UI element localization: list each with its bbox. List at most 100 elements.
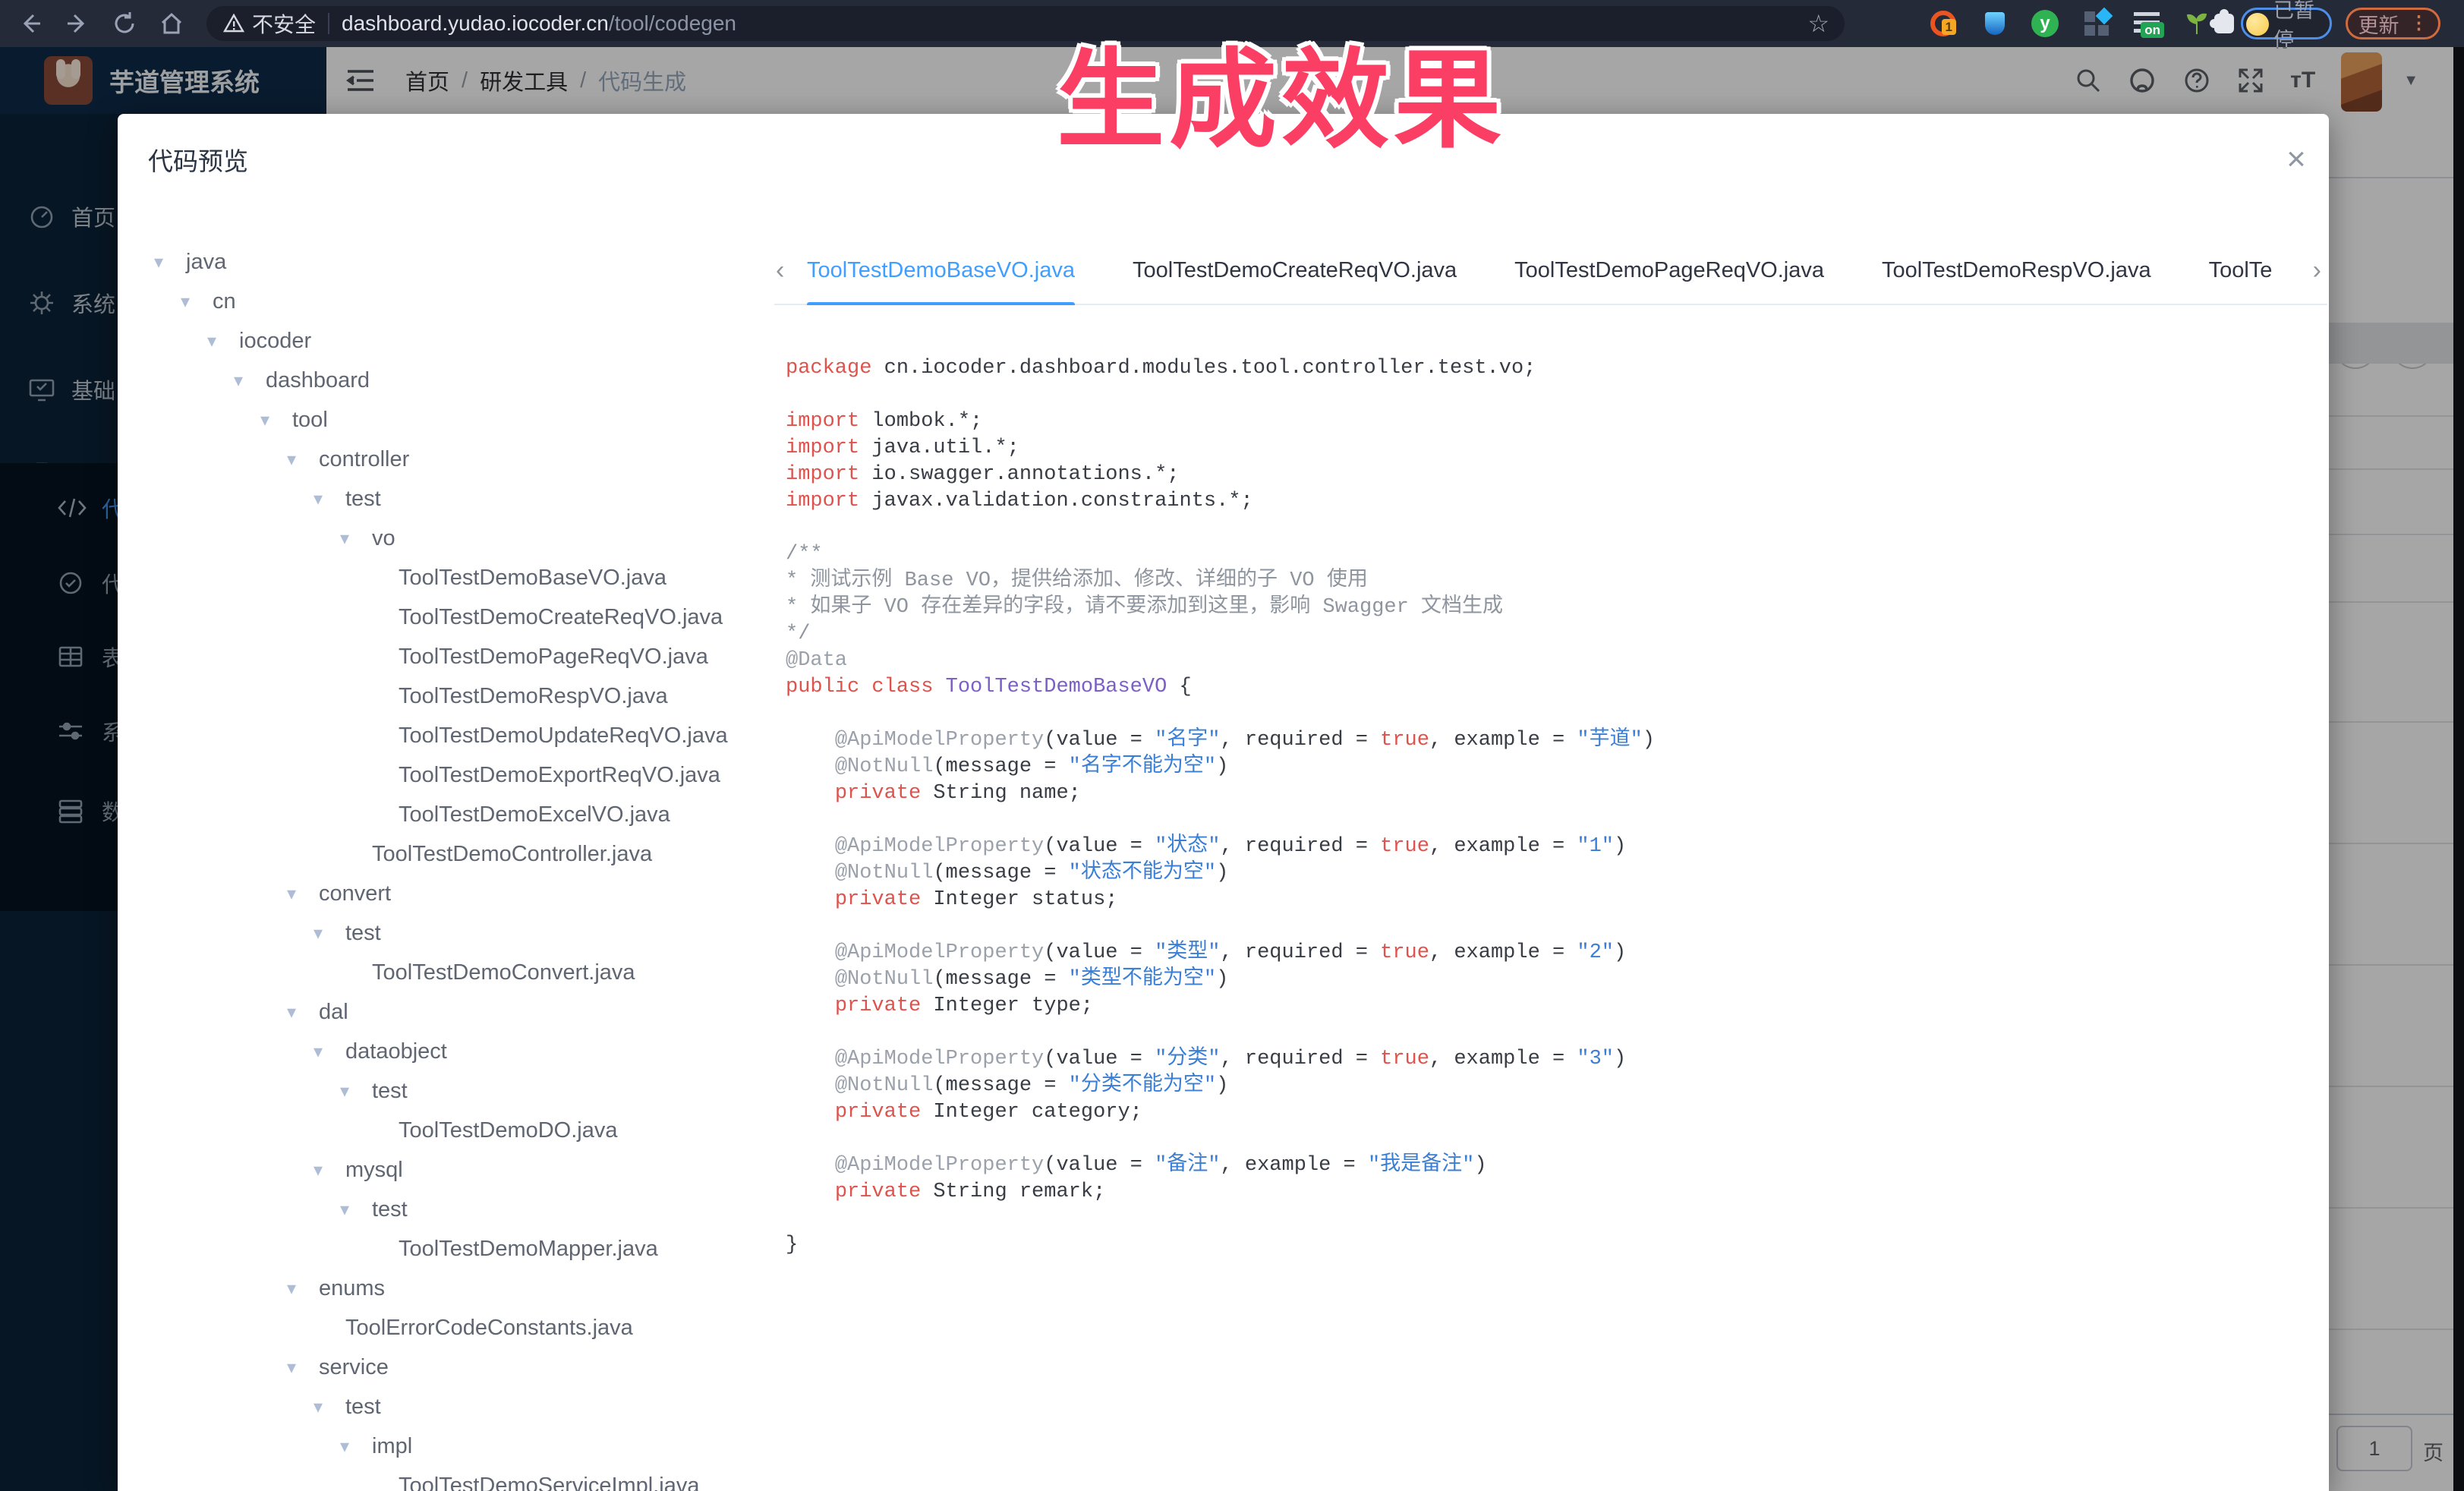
tree-file[interactable]: ToolTestDemoPageReqVO.java — [148, 637, 770, 676]
reload-icon[interactable] — [108, 7, 141, 40]
tree-node-label: ToolTestDemoUpdateReqVO.java — [399, 723, 728, 749]
extension-gem-icon[interactable] — [1978, 7, 2012, 40]
profile-paused-chip[interactable]: 已暂停 — [2241, 8, 2332, 39]
tree-folder[interactable]: ▾vo — [148, 519, 770, 558]
code-pane: ‹ ToolTestDemoBaseVO.java ToolTestDemoCr… — [774, 235, 2327, 1491]
tree-expand-icon[interactable]: ▾ — [260, 409, 292, 431]
tree-expand-icon[interactable]: ▾ — [181, 291, 213, 313]
tree-folder[interactable]: ▾test — [148, 479, 770, 519]
tree-folder[interactable]: ▾tool — [148, 400, 770, 440]
tree-folder[interactable]: ▾test — [148, 1190, 770, 1229]
tree-expand-icon[interactable]: ▾ — [340, 1080, 372, 1102]
tree-expand-icon[interactable]: ▾ — [340, 1436, 372, 1458]
tree-node-label: tool — [292, 408, 328, 433]
tree-file[interactable]: ToolTestDemoBaseVO.java — [148, 558, 770, 597]
tree-expand-icon[interactable]: ▾ — [314, 1041, 345, 1063]
tree-file[interactable]: ToolErrorCodeConstants.java — [148, 1308, 770, 1348]
tree-node-label: test — [372, 1079, 408, 1104]
extension-badge: 1 — [1942, 19, 1956, 35]
tabs-scroll-right-icon[interactable]: › — [2313, 235, 2321, 305]
extension-list-icon[interactable]: on — [2130, 7, 2163, 40]
tree-folder[interactable]: ▾dashboard — [148, 361, 770, 400]
tree-folder[interactable]: ▾impl — [148, 1426, 770, 1466]
tree-file[interactable]: ToolTestDemoConvert.java — [148, 953, 770, 992]
tree-node-label: ToolTestDemoBaseVO.java — [399, 566, 666, 591]
tabs-bar: ‹ ToolTestDemoBaseVO.java ToolTestDemoCr… — [774, 235, 2327, 305]
tree-folder[interactable]: ▾cn — [148, 282, 770, 321]
warning-icon — [223, 13, 244, 34]
tree-expand-icon[interactable]: ▾ — [207, 330, 239, 352]
tree-folder[interactable]: ▾iocoder — [148, 321, 770, 361]
extension-y-icon[interactable]: y — [2028, 7, 2062, 40]
tree-expand-icon[interactable]: ▾ — [314, 922, 345, 944]
tabs-scroll-left-icon[interactable]: ‹ — [776, 235, 784, 305]
tree-node-label: mysql — [345, 1158, 403, 1183]
bookmark-star-icon[interactable]: ☆ — [1807, 9, 1829, 38]
address-bar[interactable]: 不安全 dashboard.yudao.iocoder.cn/tool/code… — [206, 6, 1845, 41]
tree-node-label: test — [345, 487, 381, 512]
tree-expand-icon[interactable]: ▾ — [287, 1278, 319, 1300]
browser-menu-icon[interactable]: ⋮ — [2410, 18, 2428, 28]
tree-folder[interactable]: ▾test — [148, 913, 770, 953]
tree-expand-icon[interactable]: ▾ — [234, 370, 266, 392]
update-label: 更新 — [2358, 9, 2399, 39]
tree-folder[interactable]: ▾enums — [148, 1269, 770, 1308]
tree-file[interactable]: ToolTestDemoDO.java — [148, 1111, 770, 1150]
extension-ubuntu-icon[interactable]: 1 — [1927, 7, 1960, 40]
tree-expand-icon[interactable]: ▾ — [314, 1159, 345, 1181]
tab-file[interactable]: ToolTestDemoRespVO.java — [1882, 235, 2151, 305]
tree-node-label: enums — [319, 1276, 385, 1301]
tree-file[interactable]: ToolTestDemoExcelVO.java — [148, 795, 770, 834]
tree-expand-icon[interactable]: ▾ — [287, 883, 319, 905]
tree-expand-icon[interactable]: ▾ — [287, 449, 319, 471]
security-label: 不安全 — [252, 8, 316, 39]
extension-badge: on — [2141, 22, 2164, 38]
tree-expand-icon[interactable]: ▾ — [287, 1001, 319, 1023]
tree-file[interactable]: ToolTestDemoController.java — [148, 834, 770, 874]
tree-folder[interactable]: ▾convert — [148, 874, 770, 913]
tree-file[interactable]: ToolTestDemoRespVO.java — [148, 676, 770, 716]
tree-node-label: impl — [372, 1434, 412, 1459]
tab-file[interactable]: ToolTestDemoBaseVO.java — [807, 235, 1075, 305]
tree-node-label: ToolTestDemoCreateReqVO.java — [399, 605, 723, 630]
tab-file[interactable]: ToolTestDemoPageReqVO.java — [1514, 235, 1824, 305]
tree-expand-icon[interactable]: ▾ — [287, 1357, 319, 1379]
site-security[interactable]: 不安全 — [206, 8, 316, 39]
tree-folder[interactable]: ▾dataobject — [148, 1032, 770, 1071]
tree-node-label: ToolTestDemoServiceImpl.java — [399, 1474, 699, 1491]
tree-file[interactable]: ToolTestDemoExportReqVO.java — [148, 755, 770, 795]
tree-folder[interactable]: ▾mysql — [148, 1150, 770, 1190]
home-icon[interactable] — [155, 7, 188, 40]
tree-expand-icon[interactable]: ▾ — [314, 1396, 345, 1418]
omnibox-divider — [328, 13, 329, 34]
tree-folder[interactable]: ▾test — [148, 1387, 770, 1426]
tree-node-label: ToolTestDemoDO.java — [399, 1118, 618, 1143]
tree-file[interactable]: ToolTestDemoCreateReqVO.java — [148, 597, 770, 637]
tree-expand-icon[interactable]: ▾ — [340, 1199, 372, 1221]
tree-folder[interactable]: ▾dal — [148, 992, 770, 1032]
tree-node-label: iocoder — [239, 329, 311, 354]
tree-folder[interactable]: ▾controller — [148, 440, 770, 479]
tree-expand-icon[interactable]: ▾ — [314, 488, 345, 510]
extensions-puzzle-icon[interactable] — [2207, 7, 2241, 40]
url-path: /tool/codegen — [609, 11, 736, 36]
back-icon[interactable] — [14, 7, 47, 40]
chrome-update-button[interactable]: 更新 ⋮ — [2346, 8, 2440, 39]
annotation-text: 生成效果 — [1057, 12, 1506, 169]
tree-expand-icon[interactable]: ▾ — [340, 528, 372, 550]
extension-grid-icon[interactable] — [2080, 7, 2113, 40]
forward-icon[interactable] — [61, 7, 94, 40]
tree-folder[interactable]: ▾java — [148, 242, 770, 282]
tree-file[interactable]: ToolTestDemoMapper.java — [148, 1229, 770, 1269]
tree-node-label: ToolTestDemoMapper.java — [399, 1237, 658, 1262]
tree-folder[interactable]: ▾test — [148, 1071, 770, 1111]
tab-file[interactable]: ToolTe — [2209, 235, 2273, 305]
tree-file[interactable]: ToolTestDemoUpdateReqVO.java — [148, 716, 770, 755]
tab-file[interactable]: ToolTestDemoCreateReqVO.java — [1133, 235, 1457, 305]
tree-expand-icon[interactable]: ▾ — [154, 251, 186, 273]
close-icon[interactable]: × — [2273, 137, 2319, 182]
tree-node-label: dashboard — [266, 368, 370, 393]
tree-file[interactable]: ToolTestDemoServiceImpl.java — [148, 1466, 770, 1491]
tree-folder[interactable]: ▾service — [148, 1348, 770, 1387]
tree-node-label: ToolTestDemoController.java — [372, 842, 652, 867]
